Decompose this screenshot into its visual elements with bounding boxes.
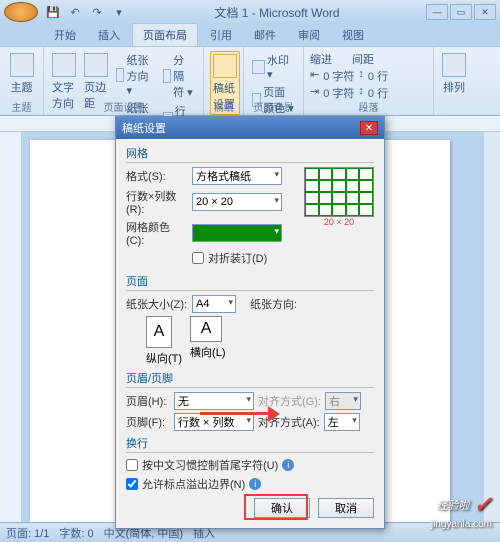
qat-more-icon[interactable]: ▾ [110,3,128,21]
maximize-button[interactable]: ▭ [450,4,472,20]
info-icon[interactable]: i [249,478,261,490]
grid-color-select[interactable] [192,224,282,242]
punct-checkbox[interactable] [126,478,138,490]
grid-preview: 20 × 20 [304,167,374,227]
rowcol-select[interactable]: 20 × 20 [192,193,282,211]
breaks-button[interactable]: 分隔符 ▾ [161,51,197,101]
redo-icon[interactable]: ↷ [88,3,106,21]
group-page-background: 页面背景 [244,99,303,114]
status-page[interactable]: 页面: 1/1 [6,525,49,541]
arrange-button[interactable]: 排列 [440,51,468,97]
grid-legend: 网格 [126,145,374,163]
indent-left[interactable]: 0 字符 [323,68,354,84]
status-words[interactable]: 字数: 0 [59,525,93,541]
ribbon-tabs: 开始 插入 页面布局 引用 邮件 审阅 视图 [0,24,500,46]
dialog-close-button[interactable]: ✕ [360,121,378,135]
footer-select[interactable]: 行数 × 列数 [174,413,254,431]
tab-view[interactable]: 视图 [332,24,374,46]
group-paragraph: 段落 [304,99,433,114]
info-icon[interactable]: i [282,459,294,471]
tab-review[interactable]: 审阅 [288,24,330,46]
spacing-before[interactable]: 0 行 [368,68,388,84]
ok-button[interactable]: 确认 [254,498,310,518]
portrait-button[interactable]: A [146,316,172,348]
window-title: 文档 1 - Microsoft Word [128,4,426,21]
minimize-button[interactable]: — [426,4,448,20]
tab-page-layout[interactable]: 页面布局 [132,23,198,46]
office-button[interactable] [4,2,38,22]
landscape-button[interactable]: A [190,316,222,342]
group-manuscript: 稿纸 [204,99,243,114]
header-select[interactable]: 无 [174,392,254,410]
paper-size-select[interactable]: A4 [192,295,236,313]
page-legend: 页面 [126,273,374,291]
wrap-legend: 换行 [126,435,374,453]
orientation-button[interactable]: 纸张方向 ▾ [114,51,157,98]
headerfooter-legend: 页眉/页脚 [126,370,374,388]
themes-button[interactable]: 主题 [6,51,37,97]
manuscript-dialog: 稿纸设置 ✕ 网格 格式(S): 方格式稿纸 行数×列数(R): 20 × 20… [115,116,385,529]
tab-home[interactable]: 开始 [44,24,86,46]
cjk-checkbox[interactable] [126,459,138,471]
format-select[interactable]: 方格式稿纸 [192,167,282,185]
tab-mailings[interactable]: 邮件 [244,24,286,46]
group-page-setup: 页面设置 [44,99,203,114]
dialog-title: 稿纸设置 [122,120,360,136]
ribbon: 主题 主题 文字方向 页边距 纸张方向 ▾ 纸张大小 ▾ 分栏 ▾ 分隔符 ▾ … [0,46,500,116]
tab-references[interactable]: 引用 [200,24,242,46]
undo-icon[interactable]: ↶ [66,3,84,21]
save-icon[interactable]: 💾 [44,3,62,21]
cancel-button[interactable]: 取消 [318,498,374,518]
header-align-select: 右 [325,392,361,410]
vertical-ruler[interactable] [0,132,22,522]
close-button[interactable]: ✕ [474,4,496,20]
tab-insert[interactable]: 插入 [88,24,130,46]
watermark-button[interactable]: 水印 ▾ [250,51,297,82]
fold-checkbox[interactable] [192,252,204,264]
watermark-logo: 经验啦✓ jingyanla.com [437,492,492,518]
footer-align-select[interactable]: 左 [324,413,360,431]
group-themes: 主题 [0,99,43,114]
vertical-scrollbar[interactable] [484,132,500,522]
